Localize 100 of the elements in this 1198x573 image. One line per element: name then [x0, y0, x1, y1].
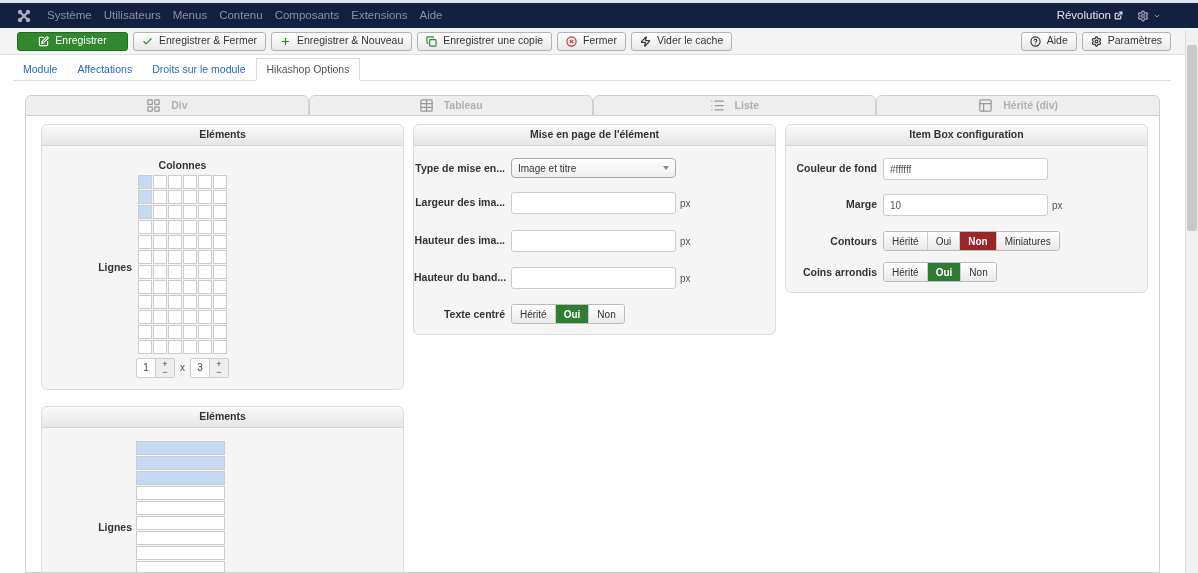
toolbar-button[interactable]: Vider le cache [630, 31, 733, 51]
grid-cell[interactable] [198, 174, 212, 189]
list-row[interactable] [136, 530, 225, 545]
input-field[interactable] [511, 230, 676, 252]
increment-button[interactable]: + [162, 359, 168, 368]
grid-cell[interactable] [183, 279, 197, 294]
grid-cell[interactable] [213, 249, 227, 264]
grid-cell[interactable] [183, 264, 197, 279]
grid-cell[interactable] [138, 279, 152, 294]
grid-cell[interactable] [183, 174, 197, 189]
toggle-option[interactable]: Hérité [884, 263, 927, 281]
toolbar-button[interactable]: Enregistrer & Fermer [133, 31, 267, 51]
logo-icon[interactable] [17, 8, 31, 23]
grid-cell[interactable] [138, 174, 152, 189]
decrement-button[interactable]: − [162, 367, 168, 376]
grid-cell[interactable] [153, 204, 167, 219]
grid-cell[interactable] [153, 324, 167, 339]
input-field[interactable] [511, 267, 676, 289]
grid-cell[interactable] [198, 279, 212, 294]
toolbar-button[interactable]: Paramètres [1081, 31, 1171, 51]
grid-cell[interactable] [168, 249, 182, 264]
save-button[interactable]: Enregistrer [17, 31, 128, 51]
grid-cell[interactable] [183, 324, 197, 339]
list-row[interactable] [136, 455, 225, 470]
tab[interactable]: Hikashop Options [255, 58, 361, 81]
toggle-option[interactable]: Non [959, 232, 996, 250]
number-spinner[interactable]: 1 + − [136, 357, 175, 378]
grid-cell[interactable] [168, 279, 182, 294]
grid-cell[interactable] [183, 339, 197, 354]
layout-type-select[interactable]: Image et titre [511, 158, 676, 178]
toggle-option[interactable]: Hérité [512, 305, 555, 323]
grid-cell[interactable] [213, 264, 227, 279]
grid-cell[interactable] [138, 219, 152, 234]
number-spinner[interactable]: 3 + − [190, 357, 229, 378]
toggle-option[interactable]: Oui [926, 232, 960, 250]
list-row[interactable] [136, 470, 225, 485]
grid-cell[interactable] [138, 324, 152, 339]
grid-cell[interactable] [183, 189, 197, 204]
tab[interactable]: Affectations [67, 58, 143, 81]
decrement-button[interactable]: − [216, 367, 222, 376]
grid-cell[interactable] [213, 234, 227, 249]
grid-cell[interactable] [183, 294, 197, 309]
grid-cell[interactable] [198, 294, 212, 309]
nav-menu-item[interactable]: Utilisateurs [103, 6, 161, 25]
grid-cell[interactable] [213, 219, 227, 234]
tab[interactable]: Droits sur le module [142, 58, 256, 81]
grid-cell[interactable] [153, 189, 167, 204]
grid-cell[interactable] [138, 234, 152, 249]
grid-cell[interactable] [138, 264, 152, 279]
nav-menu-item[interactable]: Extensions [351, 6, 408, 25]
grid-cell[interactable] [183, 219, 197, 234]
grid-cell[interactable] [213, 339, 227, 354]
grid-cell[interactable] [198, 264, 212, 279]
grid-cell[interactable] [198, 189, 212, 204]
list-row[interactable] [136, 560, 225, 572]
grid-cell[interactable] [213, 204, 227, 219]
grid-cell[interactable] [153, 309, 167, 324]
grid-cell[interactable] [153, 264, 167, 279]
nav-menu-item[interactable]: Composants [274, 6, 340, 25]
grid-cell[interactable] [168, 309, 182, 324]
grid-cell[interactable] [138, 339, 152, 354]
input-field[interactable]: #ffffff [883, 158, 1048, 180]
grid-cell[interactable] [153, 249, 167, 264]
nav-menu-item[interactable]: Système [47, 6, 92, 25]
grid-cell[interactable] [168, 264, 182, 279]
grid-cell[interactable] [198, 234, 212, 249]
list-row[interactable] [136, 440, 225, 455]
grid-cell[interactable] [168, 189, 182, 204]
grid-cell[interactable] [183, 249, 197, 264]
input-field[interactable]: 10 [883, 194, 1048, 216]
grid-cell[interactable] [153, 219, 167, 234]
grid-cell[interactable] [198, 324, 212, 339]
grid-cell[interactable] [153, 234, 167, 249]
list-row[interactable] [136, 545, 225, 560]
list-row[interactable] [136, 515, 225, 530]
grid-cell[interactable] [198, 219, 212, 234]
grid-cell[interactable] [213, 279, 227, 294]
input-field[interactable] [511, 192, 676, 214]
grid-cell[interactable] [153, 174, 167, 189]
toolbar-button[interactable]: Enregistrer une copie [417, 31, 553, 51]
grid-cell[interactable] [198, 204, 212, 219]
grid-cell[interactable] [213, 189, 227, 204]
tab[interactable]: Module [13, 58, 68, 81]
toggle-option[interactable]: Oui [926, 263, 961, 281]
list-row[interactable] [136, 500, 225, 515]
nav-menu-item[interactable]: Aide [419, 6, 443, 25]
grid-cell[interactable] [168, 219, 182, 234]
grid-cell[interactable] [138, 189, 152, 204]
grid-cell[interactable] [153, 279, 167, 294]
toolbar-button[interactable]: Aide [1020, 31, 1077, 51]
grid-cell[interactable] [198, 249, 212, 264]
grid-cell[interactable] [168, 324, 182, 339]
grid-cell[interactable] [183, 234, 197, 249]
toolbar-button[interactable]: Fermer [557, 31, 626, 51]
toolbar-button[interactable]: Enregistrer & Nouveau [271, 31, 413, 51]
toggle-option[interactable]: Non [588, 305, 624, 323]
grid-cell[interactable] [183, 309, 197, 324]
settings-menu[interactable] [1137, 9, 1161, 22]
grid-cell[interactable] [213, 174, 227, 189]
grid-cell[interactable] [168, 294, 182, 309]
